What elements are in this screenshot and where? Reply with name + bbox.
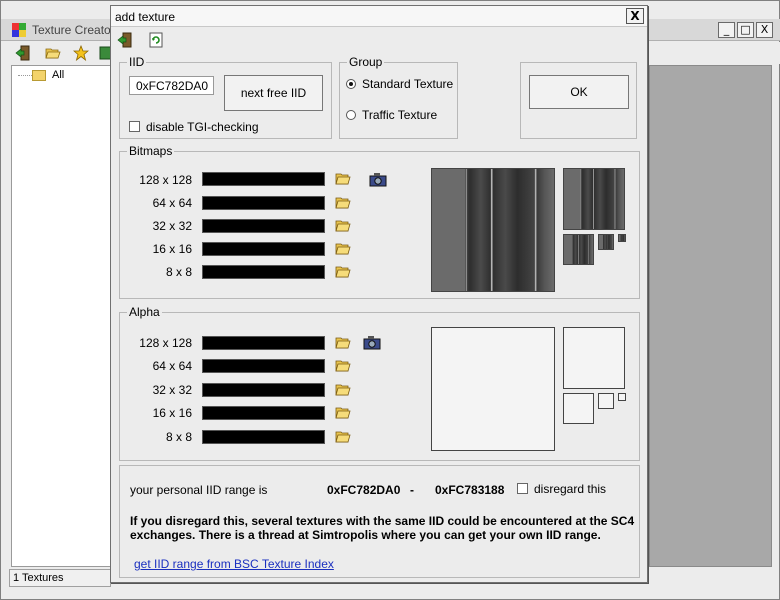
refresh-icon[interactable] [148,32,164,48]
warning-line-2: exchanges. There is a thread at Simtropo… [130,528,601,542]
alpha-size-8: 8 x 8 [165,430,192,444]
maximize-button[interactable]: □ [737,22,754,38]
traffic-texture-radio[interactable] [346,110,356,120]
iid-legend: IID [127,55,147,69]
disregard-checkbox[interactable] [517,483,528,494]
get-iid-range-link[interactable]: get IID range from BSC Texture Index [134,557,334,571]
open-folder-icon[interactable] [335,220,351,232]
alpha-64-filename [202,359,325,373]
status-text: 1 Textures [13,572,64,584]
bitmap-preview-64 [563,168,625,230]
bitmap-32-filename [202,219,325,233]
bitmap-size-128: 128 x 128 [139,173,192,187]
exit-icon[interactable] [117,32,133,48]
folder-icon [32,70,46,81]
open-folder-icon[interactable] [335,360,351,372]
alpha-preview-64 [563,327,625,389]
open-folder-icon[interactable] [335,384,351,396]
favorite-star-icon[interactable] [73,45,89,61]
standard-texture-radio[interactable] [346,79,356,89]
dialog-title: add texture [115,10,176,24]
app-icon [12,23,26,37]
iid-input[interactable] [129,76,214,95]
open-folder-icon[interactable] [335,407,351,419]
open-folder-icon[interactable] [335,243,351,255]
ok-button[interactable]: OK [529,75,629,109]
group-legend: Group [347,55,385,69]
alpha-preview-16 [598,393,614,409]
exit-icon[interactable] [15,45,31,61]
iid-range-start: 0xFC782DA0 [327,483,401,497]
bitmap-preview-32 [563,234,594,265]
bitmap-128-filename [202,172,325,186]
bitmap-preview-16 [598,234,614,250]
camera-icon[interactable] [369,172,387,187]
tree-item-all[interactable]: All [52,69,64,81]
alpha-8-filename [202,430,325,444]
main-window-title: Texture Creator [32,23,115,37]
close-button[interactable]: X [756,22,773,38]
next-free-iid-button[interactable]: next free IID [224,75,323,111]
bitmap-size-64: 64 x 64 [152,196,192,210]
alpha-128-filename [202,336,325,350]
alpha-16-filename [202,406,325,420]
bitmap-64-filename [202,196,325,210]
bitmap-size-8: 8 x 8 [165,265,192,279]
warning-line-1: If you disregard this, several textures … [130,514,635,528]
traffic-texture-label: Traffic Texture [362,108,438,122]
bitmap-size-32: 32 x 32 [152,219,192,233]
camera-icon[interactable] [363,335,381,350]
dialog-close-button[interactable]: X [626,8,644,24]
alpha-32-filename [202,383,325,397]
bitmap-16-filename [202,242,325,256]
open-folder-icon[interactable] [335,173,351,185]
open-folder-icon[interactable] [335,431,351,443]
open-folder-icon[interactable] [335,197,351,209]
bitmap-size-16: 16 x 16 [152,242,192,256]
disable-tgi-checkbox[interactable] [129,121,140,132]
disregard-label: disregard this [534,482,607,496]
dialog-toolbar [111,28,647,52]
dialog-titlebar: add texture X [111,6,647,27]
alpha-preview-32 [563,393,594,424]
open-folder-icon[interactable] [335,266,351,278]
status-bar: 1 Textures [9,569,111,587]
texture-tree[interactable]: All [11,65,113,567]
open-folder-icon[interactable] [45,45,61,61]
minimize-button[interactable]: _ [718,22,735,38]
bitmaps-legend: Bitmaps [127,144,175,158]
preview-area [649,65,772,567]
add-texture-dialog: add texture X IID next free IID disable … [110,5,648,583]
iid-range-intro: your personal IID range is [130,483,268,497]
iid-range-end: 0xFC783188 [435,483,505,497]
tree-connector [18,75,32,76]
alpha-legend: Alpha [127,305,162,319]
group-box: Group [339,55,458,139]
bitmap-8-filename [202,265,325,279]
alpha-size-16: 16 x 16 [152,406,192,420]
alpha-size-128: 128 x 128 [139,336,192,350]
bitmap-preview-128 [431,168,555,292]
open-folder-icon[interactable] [335,337,351,349]
alpha-preview-128 [431,327,555,451]
disable-tgi-label: disable TGI-checking [146,120,259,134]
alpha-size-64: 64 x 64 [152,359,192,373]
iid-range-separator: - [410,483,414,497]
alpha-size-32: 32 x 32 [152,383,192,397]
bitmap-preview-8 [618,234,626,242]
alpha-preview-8 [618,393,626,401]
standard-texture-label: Standard Texture [362,77,454,91]
